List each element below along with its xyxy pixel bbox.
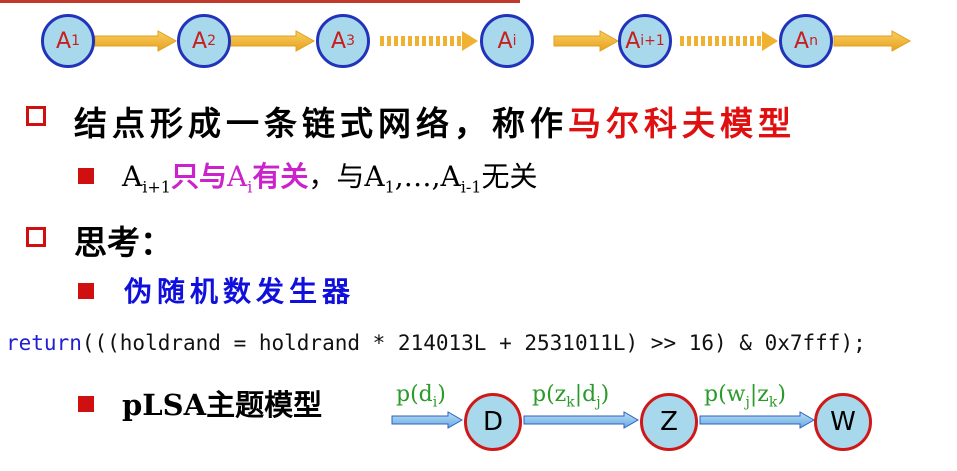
plsa-label-pdi: p(di) <box>396 382 446 411</box>
plsa-label-pwj-zk: p(wj|zk) <box>704 382 786 411</box>
bullet-2-text: 思考： <box>74 223 173 262</box>
bullet-2a-text: 伪随机数发生器 <box>124 275 356 308</box>
code-line: return(((holdrand = holdrand * 214013L +… <box>6 331 866 355</box>
chain-node-a3: A3 <box>316 14 370 68</box>
chain-node-a1: A1 <box>41 14 95 68</box>
arrow-to-d <box>391 411 464 429</box>
arrow-d-z <box>523 411 640 429</box>
bullet-solid-2a <box>78 283 94 299</box>
arrow-z-w <box>699 411 816 429</box>
bullet-hollow-1 <box>26 106 46 126</box>
arrow-1-2 <box>94 30 178 52</box>
dashed-arrow-ip1-n <box>680 31 778 51</box>
bullet-1a-text: Ai+1只与Ai有关，与A1,…,Ai-1无关 <box>122 160 538 197</box>
markov-model-highlight: 马尔科夫模型 <box>568 104 796 143</box>
arrow-n-out <box>833 30 912 52</box>
bullet-1-text: 结点形成一条链式网络，称作马尔科夫模型 <box>74 104 796 143</box>
bullet-solid-1a <box>78 168 94 184</box>
chain-node-a2: A2 <box>177 14 231 68</box>
chain-node-ai1: Ai+1 <box>618 14 672 68</box>
bullet-hollow-2 <box>26 227 46 247</box>
arrow-2-3 <box>229 30 316 52</box>
arrow-i-ip1 <box>553 30 620 52</box>
chain-node-an: An <box>779 14 833 68</box>
plsa-label-pzk-dj: p(zk|dj) <box>532 382 610 411</box>
dashed-arrow-3-i <box>380 31 478 51</box>
plsa-node-d: D <box>464 393 522 451</box>
plsa-node-w: W <box>814 393 872 451</box>
chain-node-ai: Ai <box>480 14 534 68</box>
plsa-node-z: Z <box>640 393 698 451</box>
